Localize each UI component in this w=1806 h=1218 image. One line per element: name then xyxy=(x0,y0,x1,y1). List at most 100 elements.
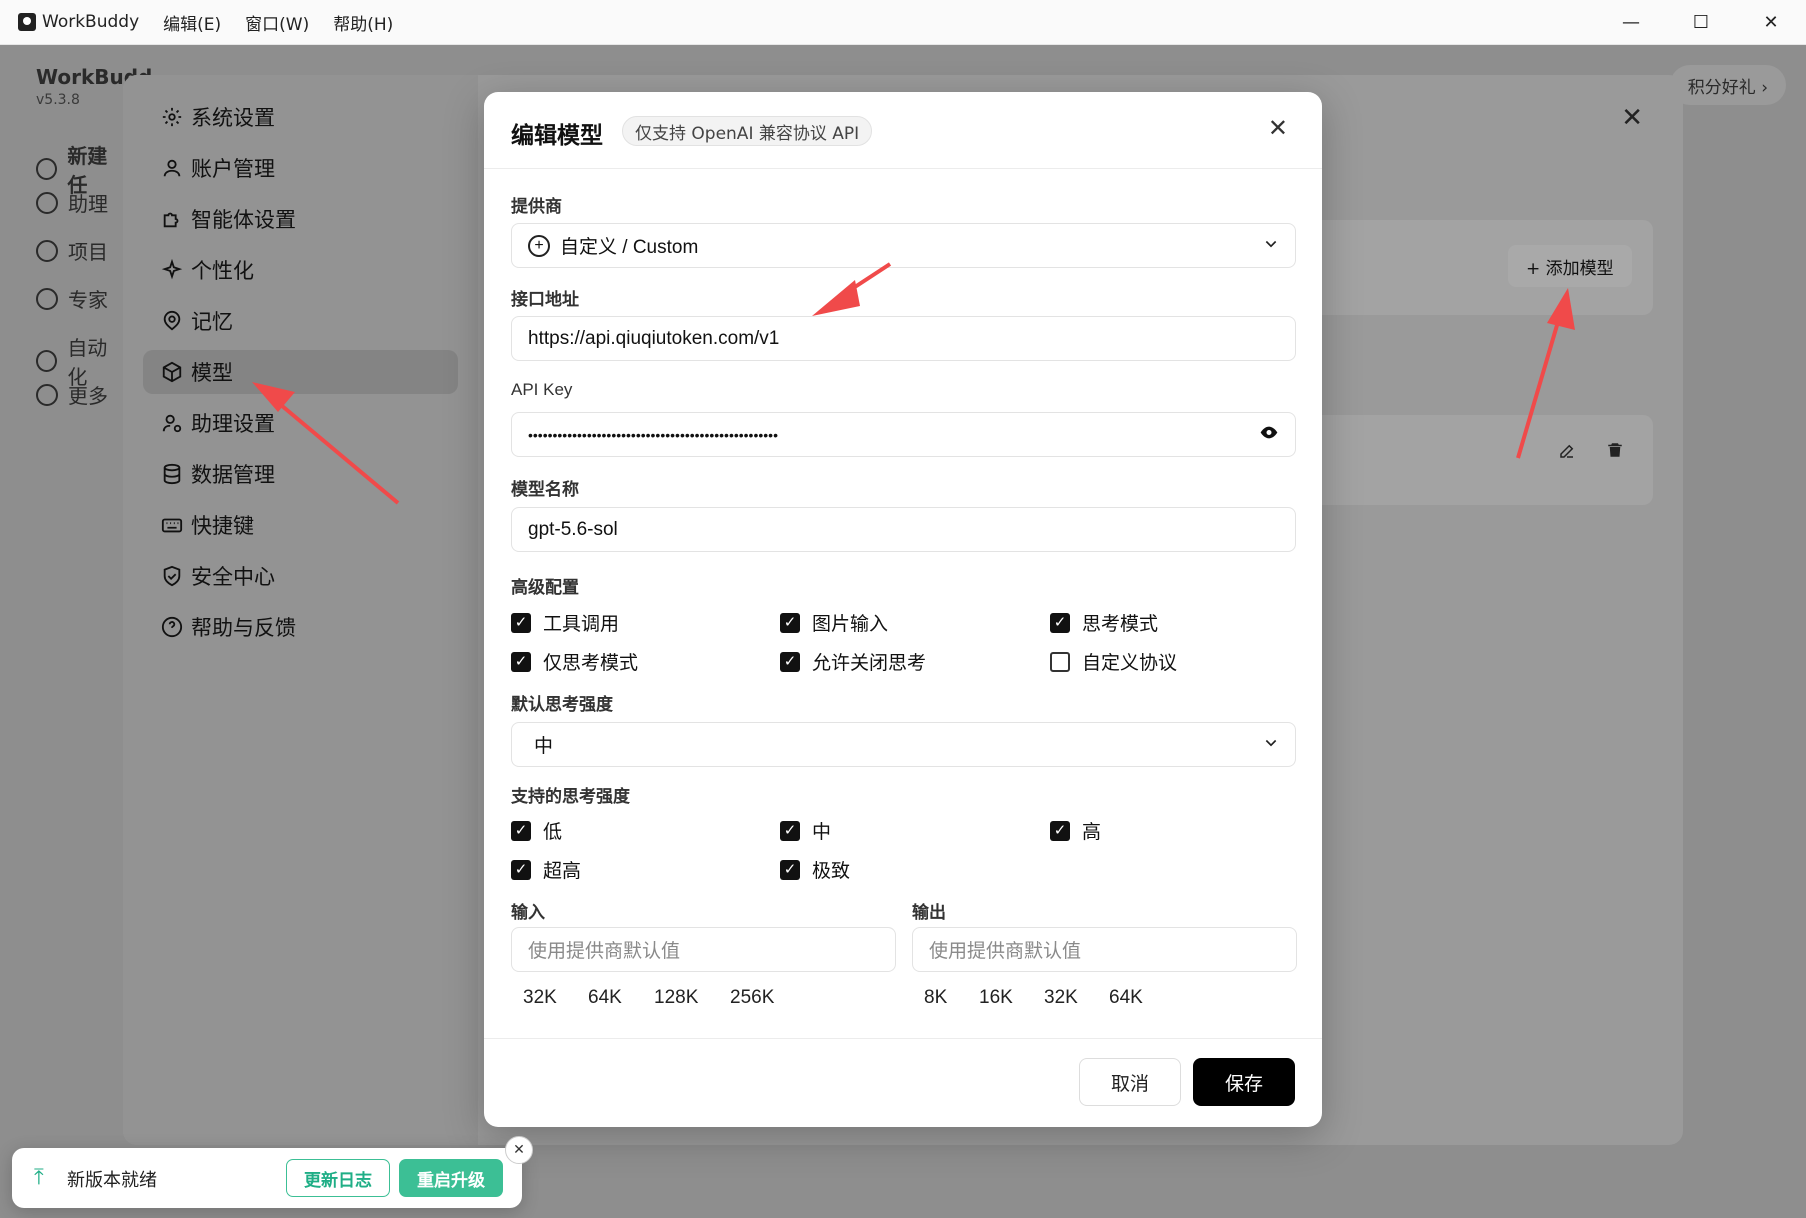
settings-item-agent[interactable]: 智能体设置 xyxy=(161,197,296,241)
model-name-label: 模型名称 xyxy=(511,480,579,500)
model-list-row[interactable] xyxy=(1293,415,1653,505)
input-tokens-placeholder: 使用提供商默认值 xyxy=(528,940,681,962)
checkbox-label: 低 xyxy=(543,821,563,843)
settings-item-system[interactable]: 系统设置 xyxy=(161,95,275,139)
eye-icon[interactable] xyxy=(1259,422,1279,447)
endpoint-label: 接口地址 xyxy=(511,290,579,310)
settings-item-shortcuts[interactable]: 快捷键 xyxy=(161,503,254,547)
checkbox-label: 高 xyxy=(1082,821,1102,843)
app-sidebar: WorkBudd v5.3.8 新建任 助理 项目 专家 自动化 更多 xyxy=(0,45,152,1218)
save-button[interactable]: 保存 xyxy=(1193,1058,1295,1106)
settings-item-assistant[interactable]: 助理设置 xyxy=(161,401,275,445)
default-effort-value: 中 xyxy=(534,736,554,757)
checkbox-allow-disable-thinking[interactable]: ✓ 允许关闭思考 xyxy=(780,648,926,675)
input-chip-128k[interactable]: 128K xyxy=(654,987,698,1009)
settings-item-model[interactable]: 模型 xyxy=(143,350,458,394)
settings-item-personalize[interactable]: 个性化 xyxy=(161,248,254,292)
dialog-close-button[interactable]: ✕ xyxy=(1268,114,1288,142)
settings-item-account[interactable]: 账户管理 xyxy=(161,146,275,190)
clock-icon xyxy=(36,350,58,372)
check-icon: ✓ xyxy=(1050,612,1070,633)
edit-model-dialog: 编辑模型 仅支持 OpenAI 兼容协议 API ✕ 提供商 + 自定义 / C… xyxy=(484,92,1322,1127)
minimize-button[interactable]: — xyxy=(1596,0,1666,45)
settings-item-label: 系统设置 xyxy=(191,106,275,130)
model-name-input[interactable]: gpt-5.6-sol xyxy=(511,507,1296,552)
settings-item-label: 模型 xyxy=(191,361,233,385)
cancel-button[interactable]: 取消 xyxy=(1079,1058,1181,1106)
toast-close-button[interactable]: ✕ xyxy=(505,1136,533,1164)
menu-edit[interactable]: 编辑(E) xyxy=(163,10,221,35)
plus-circle-icon xyxy=(36,158,58,180)
settings-item-data[interactable]: 数据管理 xyxy=(161,452,275,496)
maximize-button[interactable]: ☐ xyxy=(1666,0,1736,45)
checkbox-label: 极致 xyxy=(812,860,851,882)
edit-icon[interactable] xyxy=(1558,442,1576,465)
gear-icon xyxy=(161,106,183,128)
add-model-button[interactable]: + 添加模型 xyxy=(1508,245,1632,287)
window-controls: — ☐ ✕ xyxy=(1596,0,1806,45)
checkbox-thinking-only[interactable]: ✓ 仅思考模式 xyxy=(511,648,638,675)
checkbox-label: 仅思考模式 xyxy=(543,652,639,674)
endpoint-input[interactable]: https://api.qiuqiutoken.com/v1 xyxy=(511,316,1296,361)
settings-item-label: 记忆 xyxy=(191,310,233,334)
assistant-icon xyxy=(36,191,58,214)
checkbox-effort-low[interactable]: ✓ 低 xyxy=(511,817,562,844)
user-gear-icon xyxy=(161,412,183,434)
checkbox-custom-protocol[interactable]: 自定义协议 xyxy=(1050,648,1177,675)
output-chip-16k[interactable]: 16K xyxy=(979,987,1013,1009)
provider-select[interactable]: + 自定义 / Custom xyxy=(511,223,1296,268)
settings-item-label: 帮助与反馈 xyxy=(191,616,296,640)
check-icon: ✓ xyxy=(511,820,531,841)
provider-value: 自定义 / Custom xyxy=(560,237,699,258)
plus-circle-icon: + xyxy=(528,234,550,257)
nav-label: 专家 xyxy=(68,288,108,312)
settings-item-security[interactable]: 安全中心 xyxy=(161,554,275,598)
keyboard-icon xyxy=(161,514,183,536)
checkbox-effort-medium[interactable]: ✓ 中 xyxy=(780,817,831,844)
input-tokens-field[interactable]: 使用提供商默认值 xyxy=(511,927,896,972)
default-effort-select[interactable]: 中 xyxy=(511,722,1296,767)
output-tokens-field[interactable]: 使用提供商默认值 xyxy=(912,927,1297,972)
input-chip-32k[interactable]: 32K xyxy=(523,987,557,1009)
checkbox-effort-max[interactable]: ✓ 极致 xyxy=(780,856,850,883)
nav-more[interactable]: 更多 xyxy=(36,380,108,409)
trash-icon[interactable] xyxy=(1606,441,1624,464)
nav-label: 更多 xyxy=(68,384,108,408)
model-name-value: gpt-5.6-sol xyxy=(528,518,618,540)
apikey-value: ••••••••••••••••••••••••••••••••••••••••… xyxy=(528,426,778,443)
promo-button[interactable]: 积分好礼 › xyxy=(1669,65,1786,105)
settings-close-button[interactable]: ✕ xyxy=(1621,103,1643,133)
checkbox-effort-xhigh[interactable]: ✓ 超高 xyxy=(511,856,581,883)
checkbox-tool-calling[interactable]: ✓ 工具调用 xyxy=(511,609,619,636)
chevron-down-icon xyxy=(1263,235,1279,256)
checkbox-image-input[interactable]: ✓ 图片输入 xyxy=(780,609,888,636)
output-chip-32k[interactable]: 32K xyxy=(1044,987,1078,1009)
settings-item-label: 个性化 xyxy=(191,259,254,283)
checkbox-label: 自定义协议 xyxy=(1082,652,1178,674)
apikey-input[interactable]: ••••••••••••••••••••••••••••••••••••••••… xyxy=(511,412,1296,457)
input-chip-64k[interactable]: 64K xyxy=(588,987,622,1009)
nav-expert[interactable]: 专家 xyxy=(36,284,108,313)
settings-item-label: 智能体设置 xyxy=(191,208,296,232)
check-icon: ✓ xyxy=(780,859,800,880)
settings-item-memory[interactable]: 记忆 xyxy=(161,299,233,343)
settings-item-help[interactable]: 帮助与反馈 xyxy=(161,605,296,649)
check-icon: ✓ xyxy=(1050,820,1070,841)
menu-help[interactable]: 帮助(H) xyxy=(333,10,393,35)
input-chip-256k[interactable]: 256K xyxy=(730,987,774,1009)
output-chip-8k[interactable]: 8K xyxy=(924,987,947,1009)
window-close-button[interactable]: ✕ xyxy=(1736,0,1806,45)
toast-message: 新版本就绪 xyxy=(67,1170,157,1191)
restart-upgrade-button[interactable]: 重启升级 xyxy=(399,1159,503,1197)
checkbox-label: 工具调用 xyxy=(543,613,620,635)
output-tokens-label: 输出 xyxy=(912,903,946,923)
nav-assistant[interactable]: 助理 xyxy=(36,188,108,217)
check-icon: ✓ xyxy=(511,651,531,672)
checkbox-thinking-mode[interactable]: ✓ 思考模式 xyxy=(1050,609,1158,636)
nav-project[interactable]: 项目 xyxy=(36,236,108,265)
changelog-button[interactable]: 更新日志 xyxy=(286,1159,390,1197)
checkbox-effort-high[interactable]: ✓ 高 xyxy=(1050,817,1101,844)
nav-label: 项目 xyxy=(68,240,108,264)
menu-window[interactable]: 窗口(W) xyxy=(245,10,309,35)
output-chip-64k[interactable]: 64K xyxy=(1109,987,1143,1009)
